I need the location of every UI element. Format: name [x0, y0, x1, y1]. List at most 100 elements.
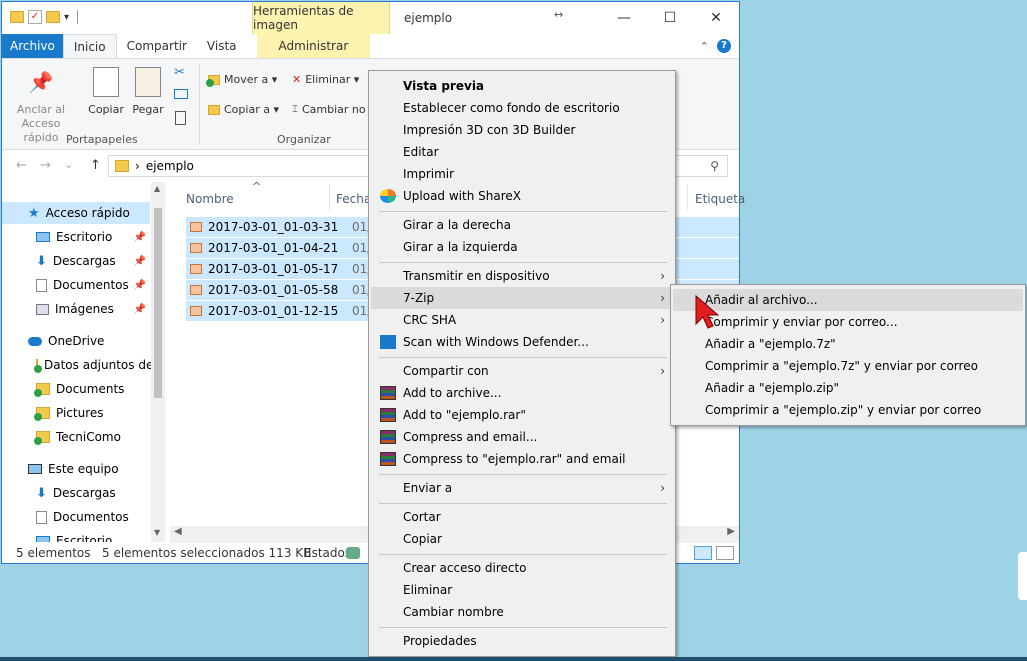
submenu-item-anadir-zip[interactable]: Añadir a "ejemplo.zip"	[673, 377, 1023, 399]
scissors-icon[interactable]: ✂	[174, 65, 185, 80]
submenu-item-anadir-archivo[interactable]: Añadir al archivo...	[673, 289, 1023, 311]
menu-item-editar[interactable]: Editar	[371, 141, 673, 163]
submenu-item-comprimir-zip-enviar[interactable]: Comprimir a "ejemplo.zip" y enviar por c…	[673, 399, 1023, 421]
menu-item-crc-sha[interactable]: CRC SHA ›	[371, 309, 673, 331]
menu-item-add-to-archive[interactable]: Add to archive...	[371, 382, 673, 404]
scroll-left-icon[interactable]: ◀	[174, 526, 182, 537]
nav-item-escritorio[interactable]: Escritorio 📌	[2, 226, 150, 248]
column-header-name[interactable]: Nombre	[186, 192, 234, 206]
paste-button[interactable]: Pegar	[132, 67, 164, 117]
scroll-down-icon[interactable]: ▼	[154, 528, 160, 537]
menu-item-girar-derecha[interactable]: Girar a la derecha	[371, 214, 673, 236]
menu-separator	[379, 627, 667, 628]
delete-button[interactable]: ✕ Eliminar ▾	[292, 73, 359, 86]
submenu-item-anadir-7z[interactable]: Añadir a "ejemplo.7z"	[673, 333, 1023, 355]
menu-item-compartir-con[interactable]: Compartir con ›	[371, 360, 673, 382]
menu-item-imprimir[interactable]: Imprimir	[371, 163, 673, 185]
collapse-ribbon-icon[interactable]: ⌃	[700, 40, 709, 53]
chevron-right-icon: ›	[660, 313, 665, 327]
pin-quick-access-button[interactable]: 📌 Anclar al Acceso rápido	[10, 67, 72, 145]
column-separator[interactable]	[329, 184, 330, 210]
folder-icon[interactable]	[10, 11, 24, 23]
nav-item-label: Este equipo	[48, 462, 119, 476]
nav-item-descargas[interactable]: ⬇ Descargas 📌	[2, 250, 150, 272]
column-header-tags[interactable]: Etiqueta	[695, 192, 745, 206]
pin-icon: 📌	[133, 303, 146, 315]
nav-scrollbar[interactable]: ▲ ▼	[151, 182, 165, 542]
document-icon	[36, 510, 47, 524]
nav-item-documents[interactable]: Documents	[2, 378, 150, 400]
menu-item-windows-defender[interactable]: Scan with Windows Defender...	[371, 331, 673, 353]
menu-item-label: Vista previa	[403, 79, 485, 93]
menu-item-fondo-escritorio[interactable]: Establecer como fondo de escritorio	[371, 97, 673, 119]
nav-item-pictures[interactable]: Pictures	[2, 402, 150, 424]
move-to-button[interactable]: Mover a ▾	[206, 73, 277, 87]
copy-button[interactable]: Copiar	[88, 67, 124, 117]
copy-path-icon[interactable]	[174, 89, 188, 99]
menu-item-vista-previa[interactable]: Vista previa	[371, 75, 673, 97]
menu-item-impresion-3d[interactable]: Impresión 3D con 3D Builder	[371, 119, 673, 141]
back-button[interactable]: ←	[16, 158, 27, 173]
menu-item-sharex[interactable]: Upload with ShareX	[371, 185, 673, 207]
menu-item-propiedades[interactable]: Propiedades	[371, 630, 673, 652]
menu-item-crear-acceso-directo[interactable]: Crear acceso directo	[371, 557, 673, 579]
scroll-right-icon[interactable]: ▶	[727, 526, 735, 537]
menu-item-enviar-a[interactable]: Enviar a ›	[371, 477, 673, 499]
tab-archivo[interactable]: Archivo	[2, 34, 63, 58]
close-button[interactable]: ✕	[693, 2, 739, 34]
nav-item-onedrive[interactable]: OneDrive	[2, 330, 150, 352]
menu-item-copiar[interactable]: Copiar	[371, 528, 673, 550]
copy-to-button[interactable]: Copiar a ▾	[208, 103, 279, 116]
search-icon[interactable]: ⚲	[710, 159, 719, 173]
file-name: 2017-03-01_01-05-17	[208, 262, 339, 276]
new-folder-icon[interactable]	[46, 11, 60, 23]
column-separator[interactable]	[687, 184, 688, 210]
up-button[interactable]: ↑	[90, 158, 101, 173]
nav-item-imagenes[interactable]: Imágenes 📌	[2, 298, 150, 320]
help-icon[interactable]: ?	[717, 39, 731, 53]
menu-item-label: Compress to "ejemplo.rar" and email	[403, 452, 626, 466]
recent-dropdown-icon[interactable]: ⌄	[64, 158, 73, 171]
rename-icon: ⌶	[292, 104, 298, 115]
mouse-cursor-icon	[695, 294, 720, 329]
forward-button[interactable]: →	[40, 158, 51, 173]
rename-button[interactable]: ⌶ Cambiar no	[292, 103, 366, 116]
scroll-up-icon[interactable]: ▲	[154, 184, 160, 193]
column-header-date[interactable]: Fecha	[336, 192, 371, 206]
tab-administrar[interactable]: Administrar	[256, 34, 371, 58]
nav-item-documentos-pc[interactable]: Documentos	[2, 506, 150, 528]
properties-icon[interactable]: ✓	[28, 10, 42, 24]
menu-item-add-to-rar[interactable]: Add to "ejemplo.rar"	[371, 404, 673, 426]
minimize-button[interactable]: —	[601, 2, 647, 34]
nav-item-tecnicomo[interactable]: TecniComo	[2, 426, 150, 448]
tab-inicio[interactable]: Inicio	[62, 34, 117, 58]
qat-dropdown-icon[interactable]: ▾	[64, 12, 69, 23]
maximize-button[interactable]: ☐	[647, 2, 693, 34]
submenu-item-comprimir-enviar[interactable]: Comprimir y enviar por correo...	[673, 311, 1023, 333]
submenu-item-comprimir-7z-enviar[interactable]: Comprimir a "ejemplo.7z" y enviar por co…	[673, 355, 1023, 377]
menu-item-cortar[interactable]: Cortar	[371, 506, 673, 528]
menu-item-label: Copiar	[403, 532, 442, 546]
menu-item-compress-rar-email[interactable]: Compress to "ejemplo.rar" and email	[371, 448, 673, 470]
menu-item-cambiar-nombre[interactable]: Cambiar nombre	[371, 601, 673, 623]
nav-item-este-equipo[interactable]: Este equipo	[2, 458, 150, 480]
menu-item-7zip[interactable]: 7-Zip ›	[371, 287, 673, 309]
menu-item-eliminar[interactable]: Eliminar	[371, 579, 673, 601]
scroll-thumb[interactable]	[154, 208, 162, 398]
paste-shortcut-icon[interactable]	[175, 111, 186, 125]
cloud-icon	[28, 336, 42, 346]
nav-item-acceso-rapido[interactable]: ★ Acceso rápido	[2, 202, 150, 224]
nav-item-documentos[interactable]: Documentos 📌	[2, 274, 150, 296]
menu-item-compress-email[interactable]: Compress and email...	[371, 426, 673, 448]
tab-vista[interactable]: Vista	[197, 34, 247, 58]
menu-item-transmitir[interactable]: Transmitir en dispositivo ›	[371, 265, 673, 287]
details-view-icon[interactable]	[694, 546, 712, 560]
tab-compartir[interactable]: Compartir	[117, 34, 197, 58]
nav-item-escritorio-pc[interactable]: Escritorio	[2, 530, 150, 542]
large-icons-view-icon[interactable]	[716, 546, 734, 560]
sharex-icon	[380, 189, 396, 203]
menu-item-girar-izquierda[interactable]: Girar a la izquierda	[371, 236, 673, 258]
nav-item-datos-adjuntos[interactable]: Datos adjuntos de	[2, 354, 153, 376]
nav-item-descargas-pc[interactable]: ⬇ Descargas	[2, 482, 150, 504]
address-path[interactable]: ejemplo	[146, 159, 194, 173]
